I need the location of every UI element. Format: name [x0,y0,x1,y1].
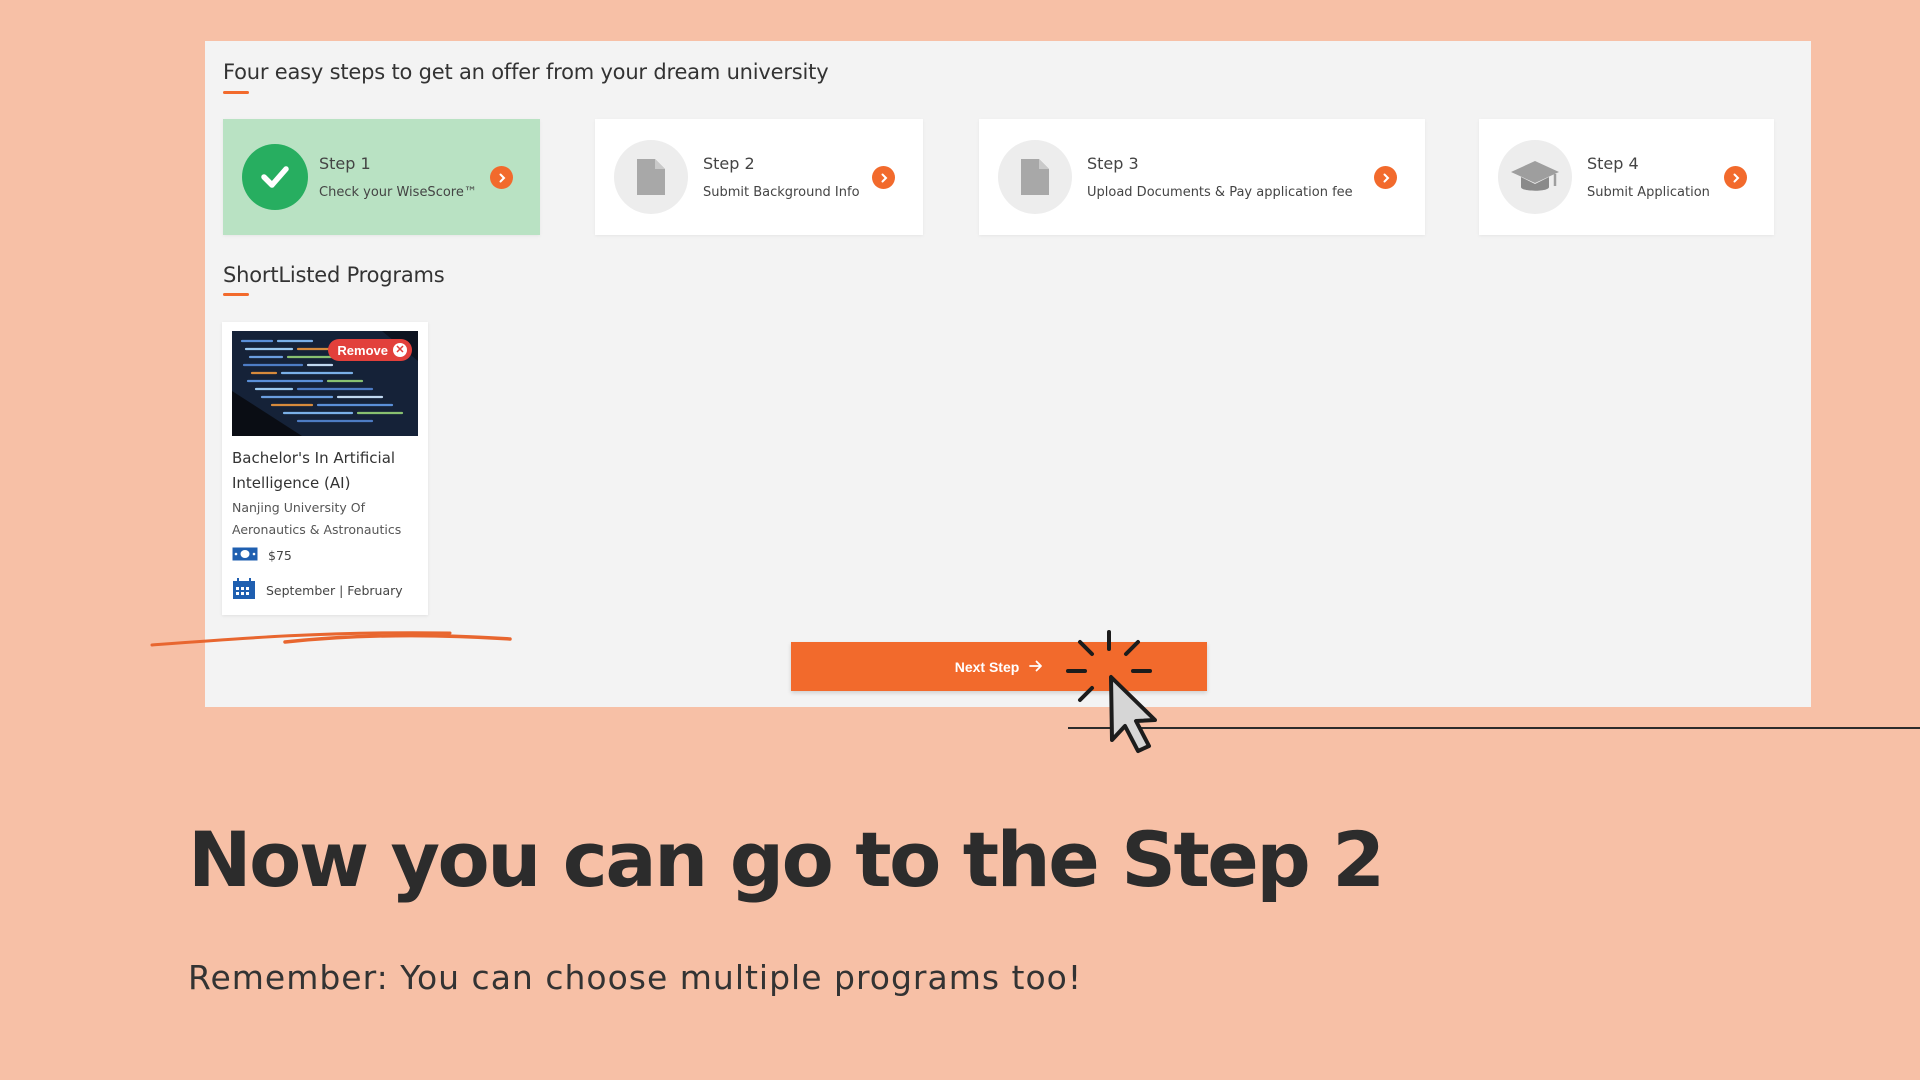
document-icon [998,140,1072,214]
chevron-right-icon[interactable] [490,166,513,189]
step-description: Submit Background Info [703,185,860,200]
program-image: Remove ✕ [232,331,418,436]
step-label: Step 3 [1087,154,1139,173]
step-description: Submit Application [1587,185,1710,200]
slide-subline: Remember: You can choose multiple progra… [188,958,1083,997]
step-label: Step 4 [1587,154,1639,173]
step-description: Check your WiseScore™ [319,185,477,200]
program-card[interactable]: Remove ✕ Bachelor's In Artificial Intell… [222,322,428,615]
arrow-right-icon [1029,659,1043,675]
check-icon [242,144,308,210]
graduation-cap-icon [1498,140,1572,214]
cursor-click-icon [1066,630,1157,753]
fee-row: $75 [232,547,292,564]
shortlist-title: ShortListed Programs [223,263,445,287]
program-title: Bachelor's In Artificial Intelligence (A… [232,449,396,492]
step-card-4[interactable]: Step 4 Submit Application [1479,119,1774,235]
chevron-right-icon[interactable] [1724,166,1747,189]
chevron-right-icon[interactable] [1374,166,1397,189]
step-card-1[interactable]: Step 1 Check your WiseScore™ [223,119,540,235]
program-fee: $75 [268,548,292,563]
step-card-3[interactable]: Step 3 Upload Documents & Pay applicatio… [979,119,1425,235]
divider-line [1068,727,1920,729]
title-underline [223,293,249,296]
screenshot-panel: Four easy steps to get an offer from you… [205,41,1811,707]
program-intake: September | February [266,583,403,598]
intake-row: September | February [232,578,403,603]
step-label: Step 2 [703,154,755,173]
brush-stroke [150,631,512,647]
step-card-2[interactable]: Step 2 Submit Background Info [595,119,923,235]
next-step-label: Next Step [954,658,1020,675]
step-label: Step 1 [319,154,371,173]
money-icon [232,547,258,564]
program-university: Nanjing University Of Aeronautics & Astr… [232,500,402,537]
remove-button[interactable]: Remove ✕ [328,339,412,361]
title-underline [223,91,249,94]
chevron-right-icon[interactable] [872,166,895,189]
calendar-icon [232,578,256,603]
step-description: Upload Documents & Pay application fee [1087,185,1353,200]
steps-section-title: Four easy steps to get an offer from you… [223,60,829,84]
remove-label: Remove [337,342,388,358]
slide-headline: Now you can go to the Step 2 [188,815,1385,904]
close-icon: ✕ [393,343,407,357]
document-icon [614,140,688,214]
